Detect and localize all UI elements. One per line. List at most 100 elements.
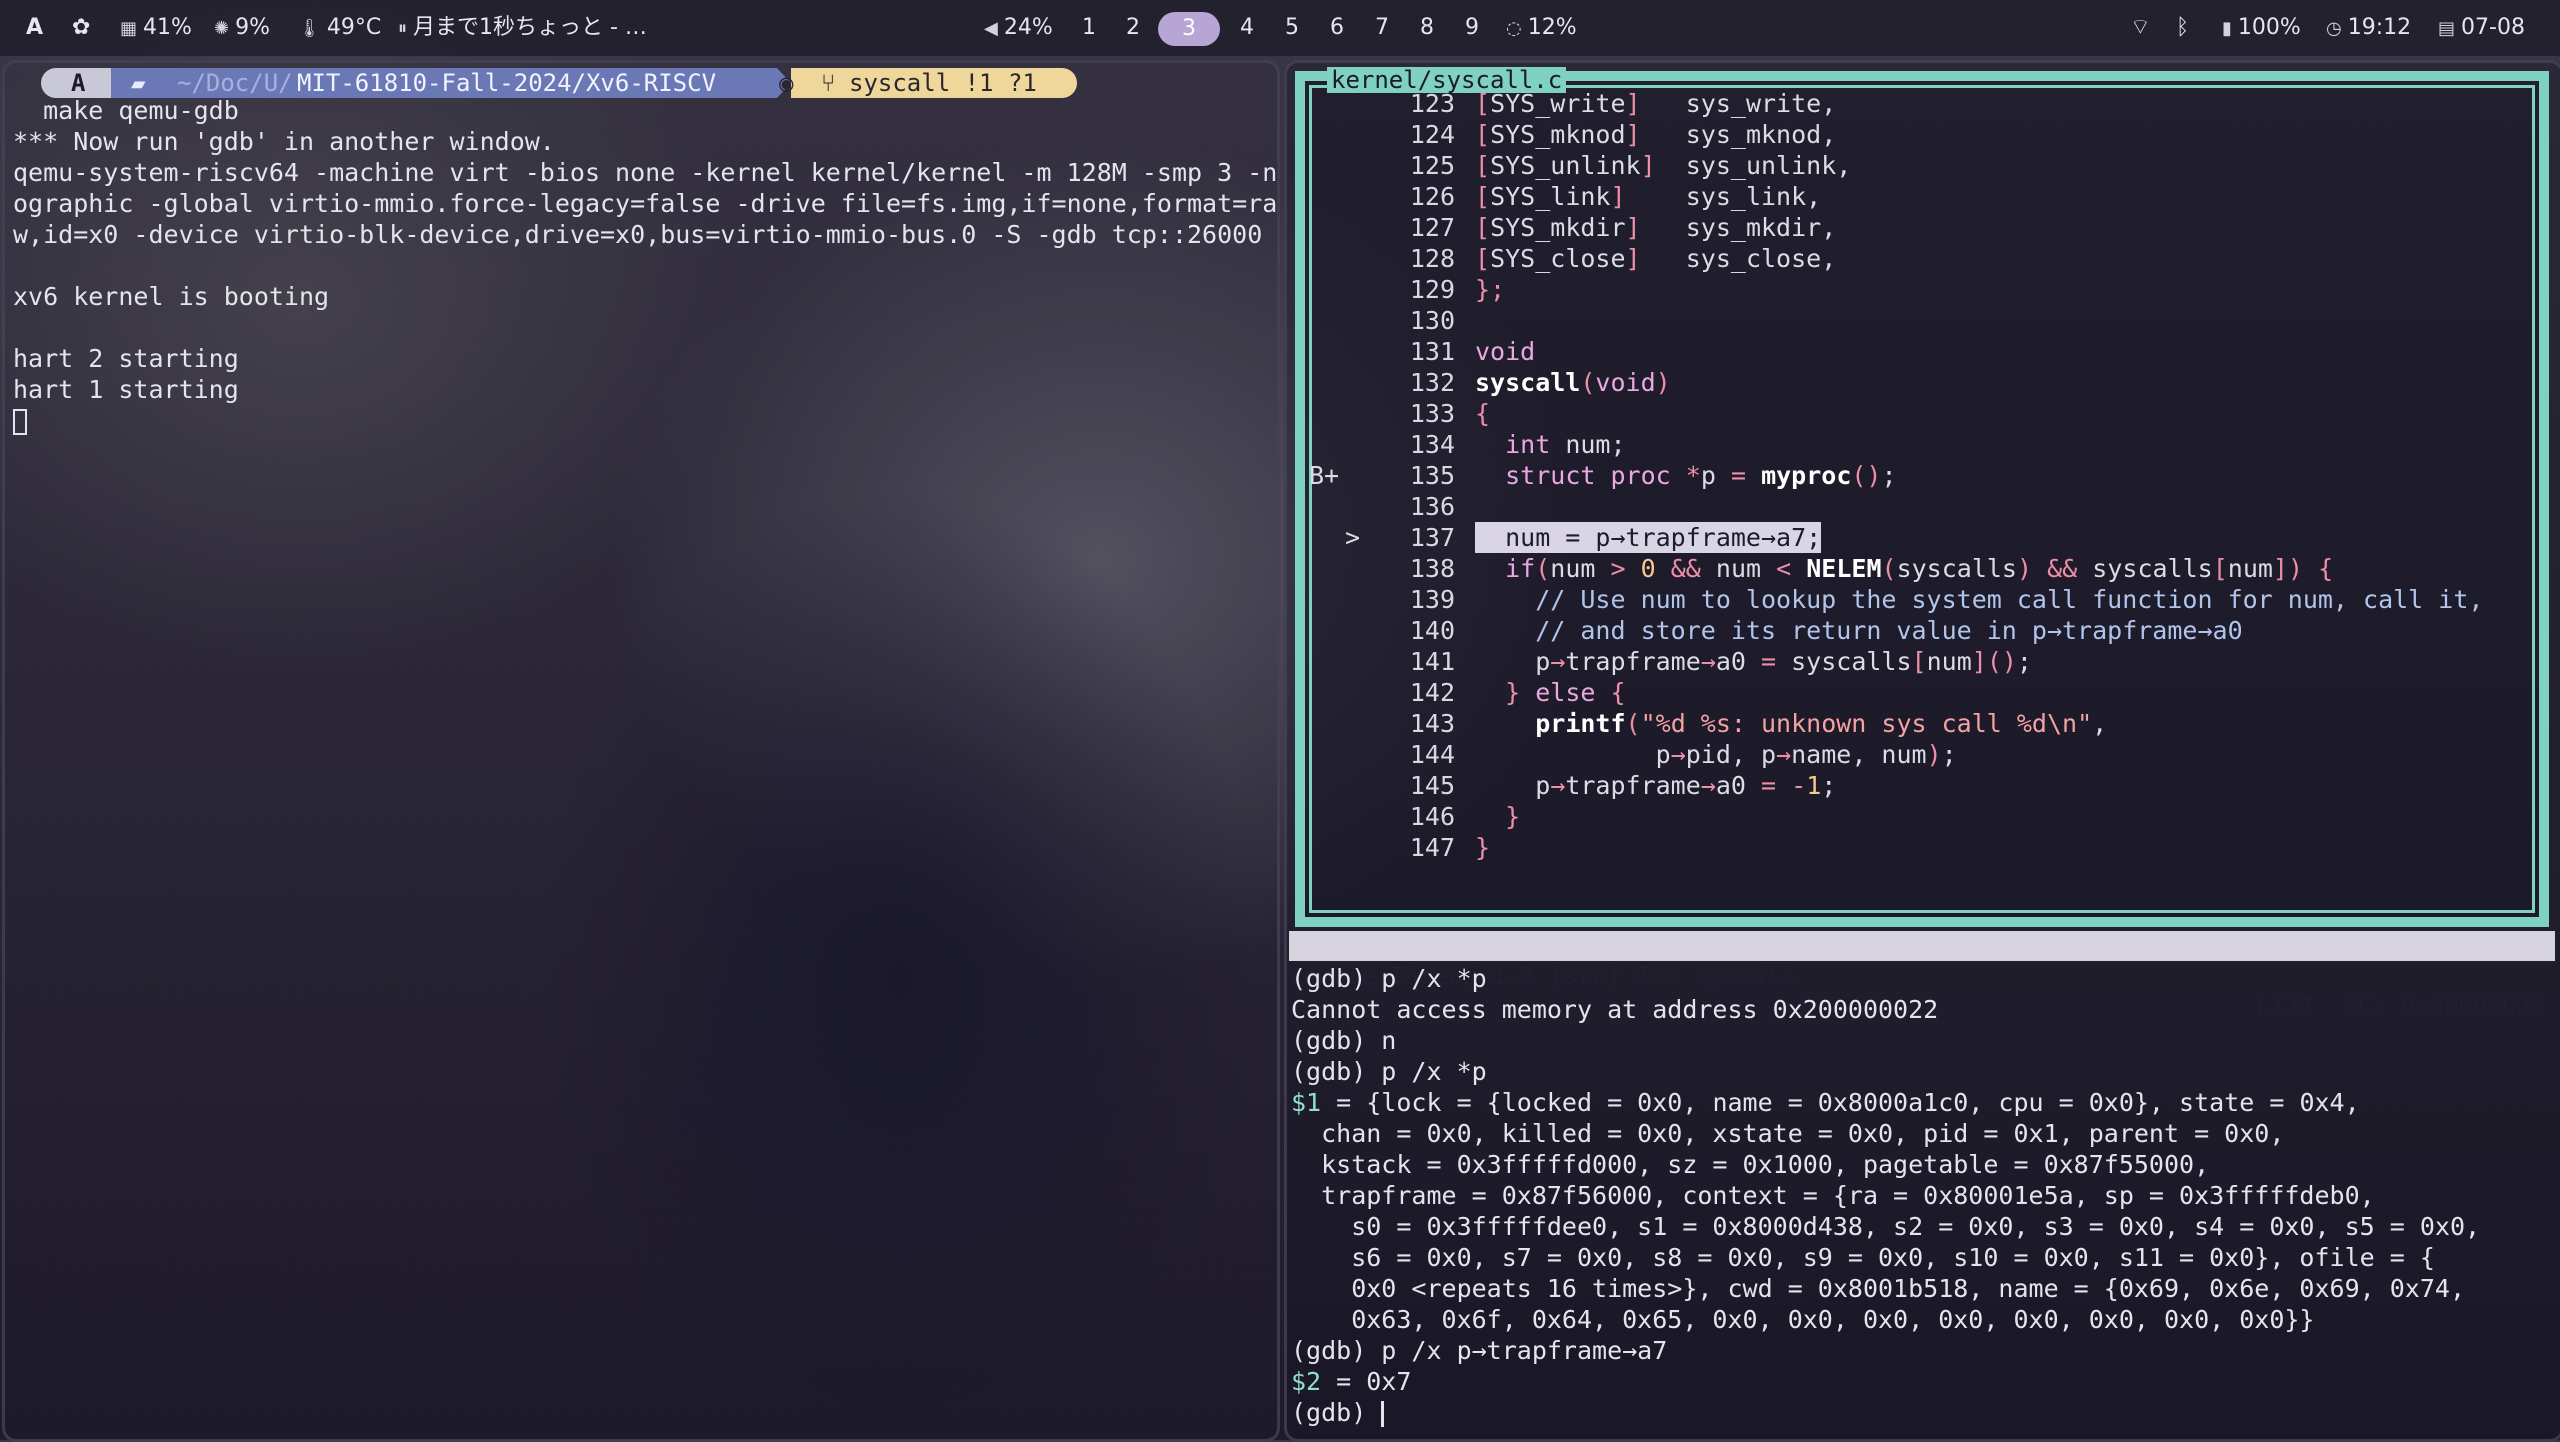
line-number: 134 <box>1409 430 1455 459</box>
gdb-status-line: remote Thread 1.2 (src) In: syscall L137… <box>1289 931 2555 1020</box>
line-number: 130 <box>1409 306 1455 335</box>
source-code: syscall(void) <box>1475 368 1671 397</box>
battery-indicator: ▮ 100% <box>2222 0 2301 56</box>
terminal-line: xv6 kernel is booting <box>13 282 330 311</box>
git-status: syscall !1 ?1 <box>849 69 1037 97</box>
workspace-5[interactable]: 5 <box>1285 0 1299 56</box>
line-number: 139 <box>1409 585 1455 614</box>
workspace-6[interactable]: 6 <box>1330 0 1344 56</box>
console-line: $2 = 0x7 <box>1291 1366 1411 1397</box>
line-number: 137 <box>1409 523 1455 552</box>
git-branch-icon: ⑂ <box>821 69 836 97</box>
source-code: [SYS_link] sys_link, <box>1475 182 1822 211</box>
thermometer-icon: 🌡 <box>298 18 321 39</box>
line-number: 133 <box>1409 399 1455 428</box>
source-code-highlighted: num = p→trapframe→a7; <box>1475 522 1822 553</box>
terminal-line: *** Now run 'gdb' in another window. <box>13 127 555 156</box>
gdb-console[interactable]: (gdb) p /x *p Cannot access memory at ad… <box>1287 963 2560 1439</box>
terminal-line: make qemu-gdb <box>13 96 239 125</box>
line-number: 142 <box>1409 678 1455 707</box>
line-number: 131 <box>1409 337 1455 366</box>
status-bar: A ✿ ▦ 41% ✺ 9% 🌡 49°C ⏸ 月まで1秒ちょっと - … ◀ 24% 1… <box>0 0 2560 56</box>
arch-logo-icon[interactable]: A <box>26 0 43 56</box>
prompt-path-prefix: ~/Doc/U/ <box>177 69 293 97</box>
date-value: 07-08 <box>2461 15 2525 40</box>
result-var: $2 <box>1291 1367 1337 1396</box>
console-line: (gdb) p /x *p <box>1291 964 1487 993</box>
line-number: 145 <box>1409 771 1455 800</box>
gdb-input-line[interactable]: (gdb) <box>1291 1397 1385 1428</box>
media-title: 月まで1秒ちょっと - … <box>413 15 647 40</box>
current-line-marker: > <box>1345 523 1361 552</box>
source-code: { <box>1475 399 1491 428</box>
console-line: (gdb) n <box>1291 1026 1397 1055</box>
gdb-prompt: (gdb) <box>1291 1398 1382 1427</box>
volume-indicator[interactable]: ◀ 24% <box>984 0 1053 56</box>
source-code: p→trapframe→a0 = -1; <box>1475 771 1837 800</box>
source-code: } <box>1475 802 1521 831</box>
terminal-line: w,id=x0 -device virtio-blk-device,drive=… <box>13 220 1263 249</box>
console-line: trapframe = 0x87f56000, context = {ra = … <box>1291 1181 2375 1210</box>
cpu-icon: ▦ <box>120 18 138 39</box>
source-pane[interactable]: kernel/syscall.c 123 [SYS_write] sys_writ… <box>1295 67 2549 927</box>
disk-icon: ◌ <box>1506 18 1522 39</box>
workspace-4[interactable]: 4 <box>1240 0 1254 56</box>
speaker-icon: ◀ <box>984 18 998 39</box>
source-code: p→trapframe→a0 = syscalls[num](); <box>1475 647 2032 676</box>
workspace-3-active[interactable]: 3 <box>1158 12 1220 46</box>
workspace-9[interactable]: 9 <box>1465 0 1479 56</box>
console-line: (gdb) p /x *p <box>1291 1057 1487 1086</box>
console-line: (gdb) p /x p→trapframe→a7 <box>1291 1336 1668 1365</box>
cpu-value: 41% <box>143 15 192 40</box>
bluetooth-icon[interactable]: ᛒ <box>2176 0 2189 56</box>
workspace-1[interactable]: 1 <box>1082 0 1096 56</box>
workspace-2[interactable]: 2 <box>1126 0 1140 56</box>
media-indicator[interactable]: ⏸ 月まで1秒ちょっと - … <box>398 0 647 56</box>
temperature-indicator: 🌡 49°C <box>298 0 381 56</box>
battery-value: 100% <box>2237 15 2301 40</box>
gpu-value: 9% <box>235 15 270 40</box>
gpu-icon: ✺ <box>214 18 230 39</box>
battery-icon: ▮ <box>2222 18 2232 39</box>
left-terminal-window[interactable]: A ▰ ~/Doc/U/ MIT-61810-Fall-2024/Xv6-RIS… <box>2 60 1280 1442</box>
volume-value: 24% <box>1003 15 1053 40</box>
source-code: [SYS_unlink] sys_unlink, <box>1475 151 1852 180</box>
line-number: 140 <box>1409 616 1455 645</box>
gpu-indicator: ✺ 9% <box>214 0 270 56</box>
line-number: 125 <box>1409 151 1455 180</box>
line-number: 135 <box>1409 461 1455 490</box>
clock-icon: ◷ <box>2326 18 2342 39</box>
wifi-icon[interactable]: ⌔ <box>2130 0 2151 56</box>
console-line: s6 = 0x0, s7 = 0x0, s8 = 0x0, s9 = 0x0, … <box>1291 1243 2435 1272</box>
workspace-8[interactable]: 8 <box>1420 0 1434 56</box>
source-code: int num; <box>1505 430 1626 459</box>
folder-icon: ▰ <box>131 69 146 97</box>
console-line: 0x0 <repeats 16 times>}, cwd = 0x8001b51… <box>1291 1274 2465 1303</box>
breakpoint-marker[interactable]: B+ <box>1309 460 1339 491</box>
result-value: = 0x7 <box>1336 1367 1412 1396</box>
line-number: 129 <box>1409 275 1455 304</box>
source-code: }; <box>1475 275 1506 304</box>
terminal-cursor <box>13 409 27 435</box>
clock[interactable]: ◷ 19:12 <box>2326 0 2411 56</box>
gdb-terminal-window[interactable]: kernel/syscall.c 123 [SYS_write] sys_writ… <box>1284 60 2560 1442</box>
source-code: if(num > 0 && num < NELEM(syscalls) && s… <box>1505 554 2334 583</box>
terminal-line: hart 2 starting <box>13 344 239 373</box>
palette-icon[interactable]: ✿ <box>72 0 90 56</box>
line-number: 127 <box>1409 213 1455 242</box>
line-number: 141 <box>1409 647 1455 676</box>
date[interactable]: ▤ 07-08 <box>2438 0 2525 56</box>
source-lines: 123 [SYS_write] sys_write, 124 [SYS_mknod]… <box>1305 88 2539 917</box>
workspace-7[interactable]: 7 <box>1375 0 1389 56</box>
source-code: printf("%d %s: unknown sys call %d\n", <box>1535 709 2108 738</box>
source-comment: // and store its return value in p→trapf… <box>1475 616 2243 645</box>
line-number: 143 <box>1409 709 1455 738</box>
line-number: 123 <box>1409 89 1455 118</box>
line-number: 144 <box>1409 740 1455 769</box>
console-line: 0x63, 0x6f, 0x64, 0x65, 0x0, 0x0, 0x0, 0… <box>1291 1305 2315 1334</box>
source-code: [SYS_close] sys_close, <box>1475 244 1837 273</box>
pause-icon[interactable]: ⏸ <box>398 18 407 39</box>
source-code: [SYS_mkdir] sys_mkdir, <box>1475 213 1837 242</box>
console-line: kstack = 0x3fffffd000, sz = 0x1000, page… <box>1291 1150 2210 1179</box>
result-value: = {lock = {locked = 0x0, name = 0x8000a1… <box>1336 1088 2360 1117</box>
